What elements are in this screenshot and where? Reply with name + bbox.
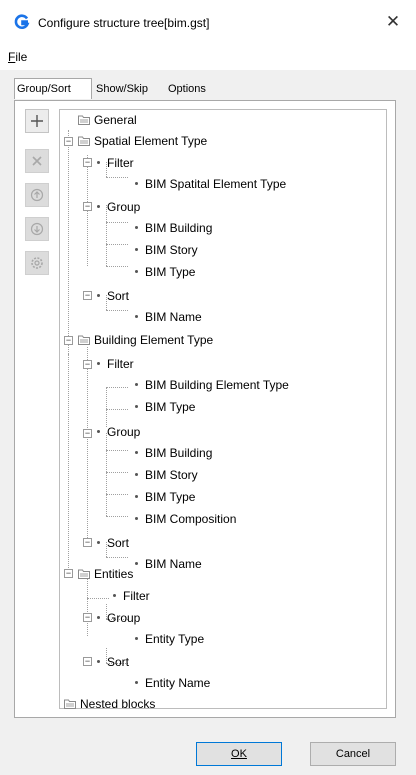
tab-options[interactable]: Options bbox=[166, 80, 208, 98]
tree-node-item[interactable]: Entity Type bbox=[132, 629, 204, 649]
collapse-toggle[interactable]: − bbox=[83, 158, 92, 167]
tree-node-item[interactable]: BIM Spatital Element Type bbox=[132, 174, 286, 194]
folder-icon bbox=[78, 115, 90, 125]
close-button[interactable]: ✕ bbox=[382, 11, 404, 33]
ok-button[interactable]: OK bbox=[196, 742, 282, 766]
title-bar: Configure structure tree[bim.gst] ✕ bbox=[0, 0, 416, 44]
move-up-button[interactable] bbox=[25, 183, 49, 207]
tree-node-filter[interactable]: Filter bbox=[94, 153, 134, 173]
tree-node-sort[interactable]: Sort bbox=[94, 533, 129, 553]
tree-node-item[interactable]: BIM Name bbox=[132, 307, 202, 327]
tree-node-filter[interactable]: Filter bbox=[110, 586, 150, 606]
tab-group-sort[interactable]: Group/Sort bbox=[14, 78, 92, 99]
tree-node-sort[interactable]: Sort bbox=[94, 652, 129, 672]
delete-icon bbox=[32, 156, 42, 166]
menu-file[interactable]: File bbox=[8, 50, 27, 64]
collapse-toggle[interactable]: − bbox=[64, 569, 73, 578]
folder-icon bbox=[78, 569, 90, 579]
structure-tree[interactable]: − − − − − − − − − − − General Spatial El… bbox=[59, 109, 387, 711]
tree-node-item[interactable]: BIM Building bbox=[132, 443, 212, 463]
collapse-toggle[interactable]: − bbox=[83, 538, 92, 547]
plus-icon bbox=[31, 115, 43, 127]
folder-icon bbox=[78, 136, 90, 146]
collapse-toggle[interactable]: − bbox=[83, 429, 92, 438]
move-down-button[interactable] bbox=[25, 217, 49, 241]
tree-node-entities[interactable]: Entities bbox=[78, 564, 133, 584]
add-button[interactable] bbox=[25, 109, 49, 133]
collapse-toggle[interactable]: − bbox=[64, 137, 73, 146]
tree-node-building-element-type[interactable]: Building Element Type bbox=[78, 330, 213, 350]
collapse-toggle[interactable]: − bbox=[83, 202, 92, 211]
tree-node-item[interactable]: BIM Composition bbox=[132, 509, 236, 529]
window-title: Configure structure tree[bim.gst] bbox=[38, 16, 210, 30]
collapse-toggle[interactable]: − bbox=[83, 360, 92, 369]
tree-node-item[interactable]: BIM Building bbox=[132, 218, 212, 238]
cancel-button[interactable]: Cancel bbox=[310, 742, 396, 766]
tree-node-nested-blocks[interactable]: Nested blocks bbox=[64, 694, 155, 714]
tree-node-group[interactable]: Group bbox=[94, 197, 140, 217]
folder-icon bbox=[64, 699, 76, 709]
settings-button[interactable] bbox=[25, 251, 49, 275]
tree-node-item[interactable]: BIM Story bbox=[132, 465, 198, 485]
menu-bar: File bbox=[0, 44, 416, 70]
tree-node-item[interactable]: BIM Type bbox=[132, 487, 195, 507]
tree-node-item[interactable]: BIM Type bbox=[132, 262, 195, 282]
collapse-toggle[interactable]: − bbox=[83, 613, 92, 622]
tree-node-sort[interactable]: Sort bbox=[94, 286, 129, 306]
tree-node-spatial-element-type[interactable]: Spatial Element Type bbox=[78, 131, 207, 151]
tree-node-general[interactable]: General bbox=[78, 110, 137, 130]
tree-node-item[interactable]: BIM Story bbox=[132, 240, 198, 260]
collapse-toggle[interactable]: − bbox=[83, 291, 92, 300]
app-logo-icon bbox=[14, 14, 30, 29]
move-up-icon bbox=[30, 188, 44, 202]
tree-node-item[interactable]: BIM Name bbox=[132, 554, 202, 574]
tree-node-group[interactable]: Group bbox=[94, 608, 140, 628]
tree-node-item[interactable]: BIM Type bbox=[132, 397, 195, 417]
tree-node-filter[interactable]: Filter bbox=[94, 354, 134, 374]
tab-show-skip[interactable]: Show/Skip bbox=[94, 80, 150, 98]
close-icon: ✕ bbox=[385, 12, 401, 31]
tree-node-item[interactable]: Entity Name bbox=[132, 673, 210, 693]
tree-node-group[interactable]: Group bbox=[94, 422, 140, 442]
group-sort-panel: − − − − − − − − − − − General Spatial El… bbox=[14, 100, 396, 718]
collapse-toggle[interactable]: − bbox=[83, 657, 92, 666]
move-down-icon bbox=[30, 222, 44, 236]
gear-icon bbox=[31, 257, 43, 269]
delete-button[interactable] bbox=[25, 149, 49, 173]
tree-node-item[interactable]: BIM Building Element Type bbox=[132, 375, 289, 395]
folder-icon bbox=[78, 335, 90, 345]
collapse-toggle[interactable]: − bbox=[64, 336, 73, 345]
